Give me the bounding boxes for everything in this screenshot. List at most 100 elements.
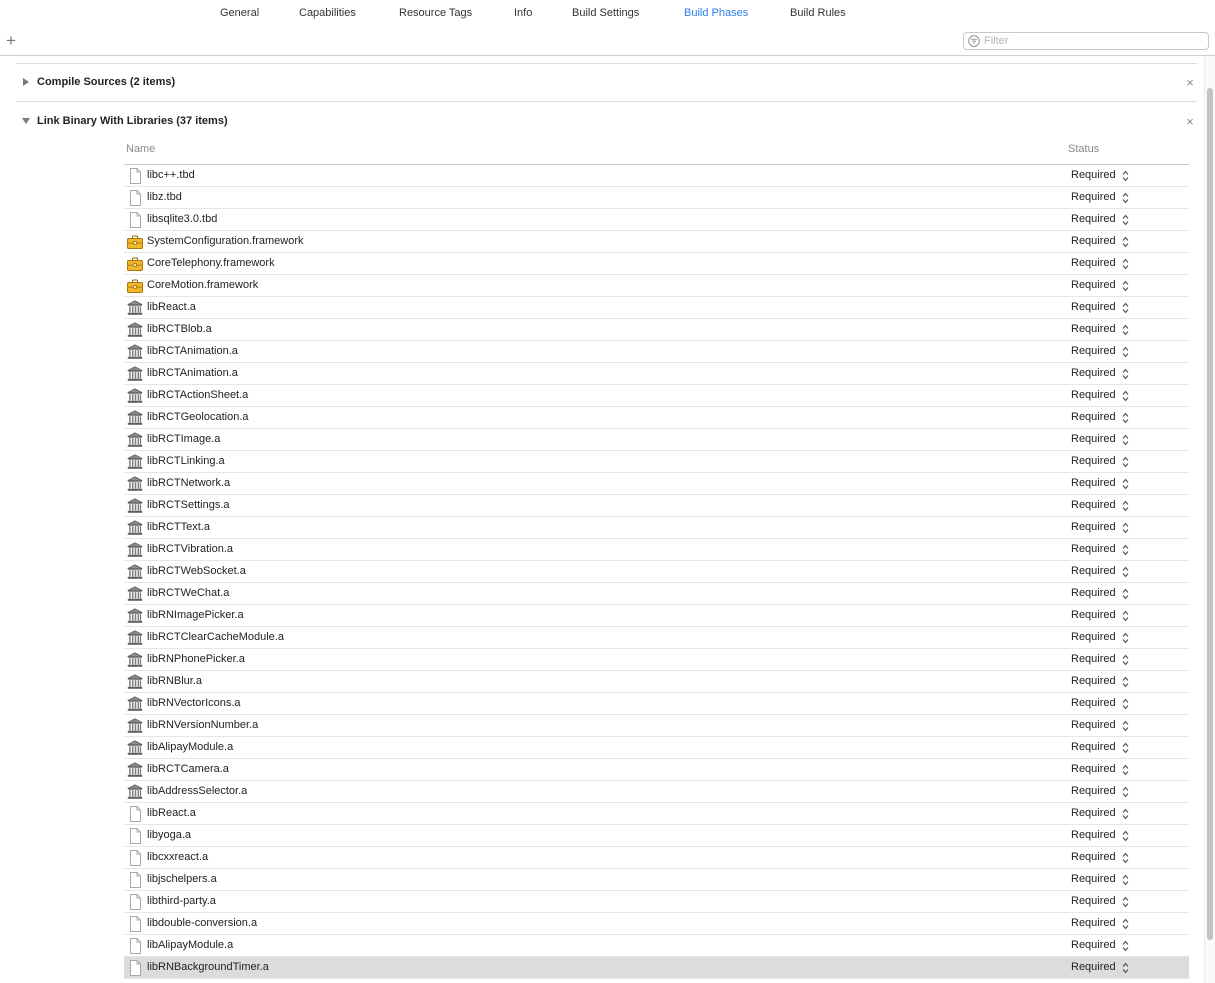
popup-chevrons-icon[interactable]: [1122, 214, 1129, 226]
filter-input[interactable]: [984, 33, 1204, 49]
table-row[interactable]: SystemConfiguration.framework Required: [124, 231, 1189, 253]
status-popup[interactable]: Required: [1071, 499, 1116, 511]
status-popup[interactable]: Required: [1071, 301, 1116, 313]
popup-chevrons-icon[interactable]: [1122, 170, 1129, 182]
phase-compile-sources[interactable]: Compile Sources (2 items) ×: [0, 64, 1204, 102]
popup-chevrons-icon[interactable]: [1122, 236, 1129, 248]
table-row[interactable]: libAlipayModule.a Required: [124, 737, 1189, 759]
popup-chevrons-icon[interactable]: [1122, 544, 1129, 556]
tab-general[interactable]: General: [220, 7, 259, 19]
popup-chevrons-icon[interactable]: [1122, 500, 1129, 512]
table-row[interactable]: libyoga.a Required: [124, 825, 1189, 847]
popup-chevrons-icon[interactable]: [1122, 478, 1129, 490]
popup-chevrons-icon[interactable]: [1122, 280, 1129, 292]
status-popup[interactable]: Required: [1071, 543, 1116, 555]
popup-chevrons-icon[interactable]: [1122, 390, 1129, 402]
popup-chevrons-icon[interactable]: [1122, 962, 1129, 974]
tab-build-settings[interactable]: Build Settings: [572, 7, 639, 19]
popup-chevrons-icon[interactable]: [1122, 720, 1129, 732]
table-row[interactable]: libc++.tbd Required: [124, 165, 1189, 187]
table-row[interactable]: libRCTGeolocation.a Required: [124, 407, 1189, 429]
popup-chevrons-icon[interactable]: [1122, 192, 1129, 204]
filter-field[interactable]: [963, 32, 1209, 50]
table-row[interactable]: libRNVersionNumber.a Required: [124, 715, 1189, 737]
tab-build-rules[interactable]: Build Rules: [790, 7, 846, 19]
status-popup[interactable]: Required: [1071, 829, 1116, 841]
status-popup[interactable]: Required: [1071, 279, 1116, 291]
table-row[interactable]: libRCTText.a Required: [124, 517, 1189, 539]
status-popup[interactable]: Required: [1071, 917, 1116, 929]
status-popup[interactable]: Required: [1071, 565, 1116, 577]
table-row[interactable]: libAlipayModule.a Required: [124, 935, 1189, 957]
status-popup[interactable]: Required: [1071, 653, 1116, 665]
table-row[interactable]: libRCTAnimation.a Required: [124, 341, 1189, 363]
popup-chevrons-icon[interactable]: [1122, 852, 1129, 864]
status-popup[interactable]: Required: [1071, 719, 1116, 731]
status-popup[interactable]: Required: [1071, 741, 1116, 753]
popup-chevrons-icon[interactable]: [1122, 742, 1129, 754]
status-popup[interactable]: Required: [1071, 521, 1116, 533]
table-row[interactable]: libdouble-conversion.a Required: [124, 913, 1189, 935]
table-row[interactable]: libRNBackgroundTimer.a Required: [124, 957, 1189, 979]
popup-chevrons-icon[interactable]: [1122, 896, 1129, 908]
popup-chevrons-icon[interactable]: [1122, 698, 1129, 710]
status-popup[interactable]: Required: [1071, 323, 1116, 335]
delete-phase-button[interactable]: ×: [1184, 76, 1196, 90]
status-popup[interactable]: Required: [1071, 675, 1116, 687]
popup-chevrons-icon[interactable]: [1122, 940, 1129, 952]
table-row[interactable]: libsqlite3.0.tbd Required: [124, 209, 1189, 231]
status-popup[interactable]: Required: [1071, 587, 1116, 599]
table-row[interactable]: libRNBlur.a Required: [124, 671, 1189, 693]
popup-chevrons-icon[interactable]: [1122, 302, 1129, 314]
tab-capabilities[interactable]: Capabilities: [299, 7, 356, 19]
disclosure-expanded-icon[interactable]: [21, 116, 31, 126]
popup-chevrons-icon[interactable]: [1122, 918, 1129, 930]
status-popup[interactable]: Required: [1071, 895, 1116, 907]
table-row[interactable]: libRNImagePicker.a Required: [124, 605, 1189, 627]
table-row[interactable]: libReact.a Required: [124, 803, 1189, 825]
popup-chevrons-icon[interactable]: [1122, 808, 1129, 820]
popup-chevrons-icon[interactable]: [1122, 368, 1129, 380]
status-popup[interactable]: Required: [1071, 961, 1116, 973]
status-popup[interactable]: Required: [1071, 257, 1116, 269]
table-row[interactable]: libcxxreact.a Required: [124, 847, 1189, 869]
table-row[interactable]: libjschelpers.a Required: [124, 869, 1189, 891]
table-row[interactable]: libRNPhonePicker.a Required: [124, 649, 1189, 671]
popup-chevrons-icon[interactable]: [1122, 412, 1129, 424]
delete-phase-button[interactable]: ×: [1184, 115, 1196, 129]
status-popup[interactable]: Required: [1071, 235, 1116, 247]
status-popup[interactable]: Required: [1071, 367, 1116, 379]
phase-link-binary[interactable]: Link Binary With Libraries (37 items) ×: [0, 103, 1204, 141]
table-row[interactable]: libRCTSettings.a Required: [124, 495, 1189, 517]
tab-build-phases[interactable]: Build Phases: [684, 7, 748, 19]
add-phase-button[interactable]: +: [4, 31, 18, 51]
table-row[interactable]: libRCTLinking.a Required: [124, 451, 1189, 473]
table-row[interactable]: libz.tbd Required: [124, 187, 1189, 209]
column-header-status[interactable]: Status: [1068, 143, 1099, 155]
scrollbar-thumb[interactable]: [1207, 88, 1213, 940]
popup-chevrons-icon[interactable]: [1122, 324, 1129, 336]
table-row[interactable]: libAddressSelector.a Required: [124, 781, 1189, 803]
popup-chevrons-icon[interactable]: [1122, 830, 1129, 842]
popup-chevrons-icon[interactable]: [1122, 434, 1129, 446]
status-popup[interactable]: Required: [1071, 389, 1116, 401]
popup-chevrons-icon[interactable]: [1122, 588, 1129, 600]
status-popup[interactable]: Required: [1071, 807, 1116, 819]
tab-resource-tags[interactable]: Resource Tags: [399, 7, 472, 19]
status-popup[interactable]: Required: [1071, 851, 1116, 863]
status-popup[interactable]: Required: [1071, 477, 1116, 489]
popup-chevrons-icon[interactable]: [1122, 258, 1129, 270]
table-row[interactable]: CoreMotion.framework Required: [124, 275, 1189, 297]
tab-info[interactable]: Info: [514, 7, 532, 19]
table-row[interactable]: libRCTActionSheet.a Required: [124, 385, 1189, 407]
status-popup[interactable]: Required: [1071, 873, 1116, 885]
status-popup[interactable]: Required: [1071, 939, 1116, 951]
status-popup[interactable]: Required: [1071, 697, 1116, 709]
status-popup[interactable]: Required: [1071, 455, 1116, 467]
popup-chevrons-icon[interactable]: [1122, 632, 1129, 644]
status-popup[interactable]: Required: [1071, 433, 1116, 445]
popup-chevrons-icon[interactable]: [1122, 610, 1129, 622]
popup-chevrons-icon[interactable]: [1122, 566, 1129, 578]
table-row[interactable]: libRCTClearCacheModule.a Required: [124, 627, 1189, 649]
table-row[interactable]: libRCTImage.a Required: [124, 429, 1189, 451]
